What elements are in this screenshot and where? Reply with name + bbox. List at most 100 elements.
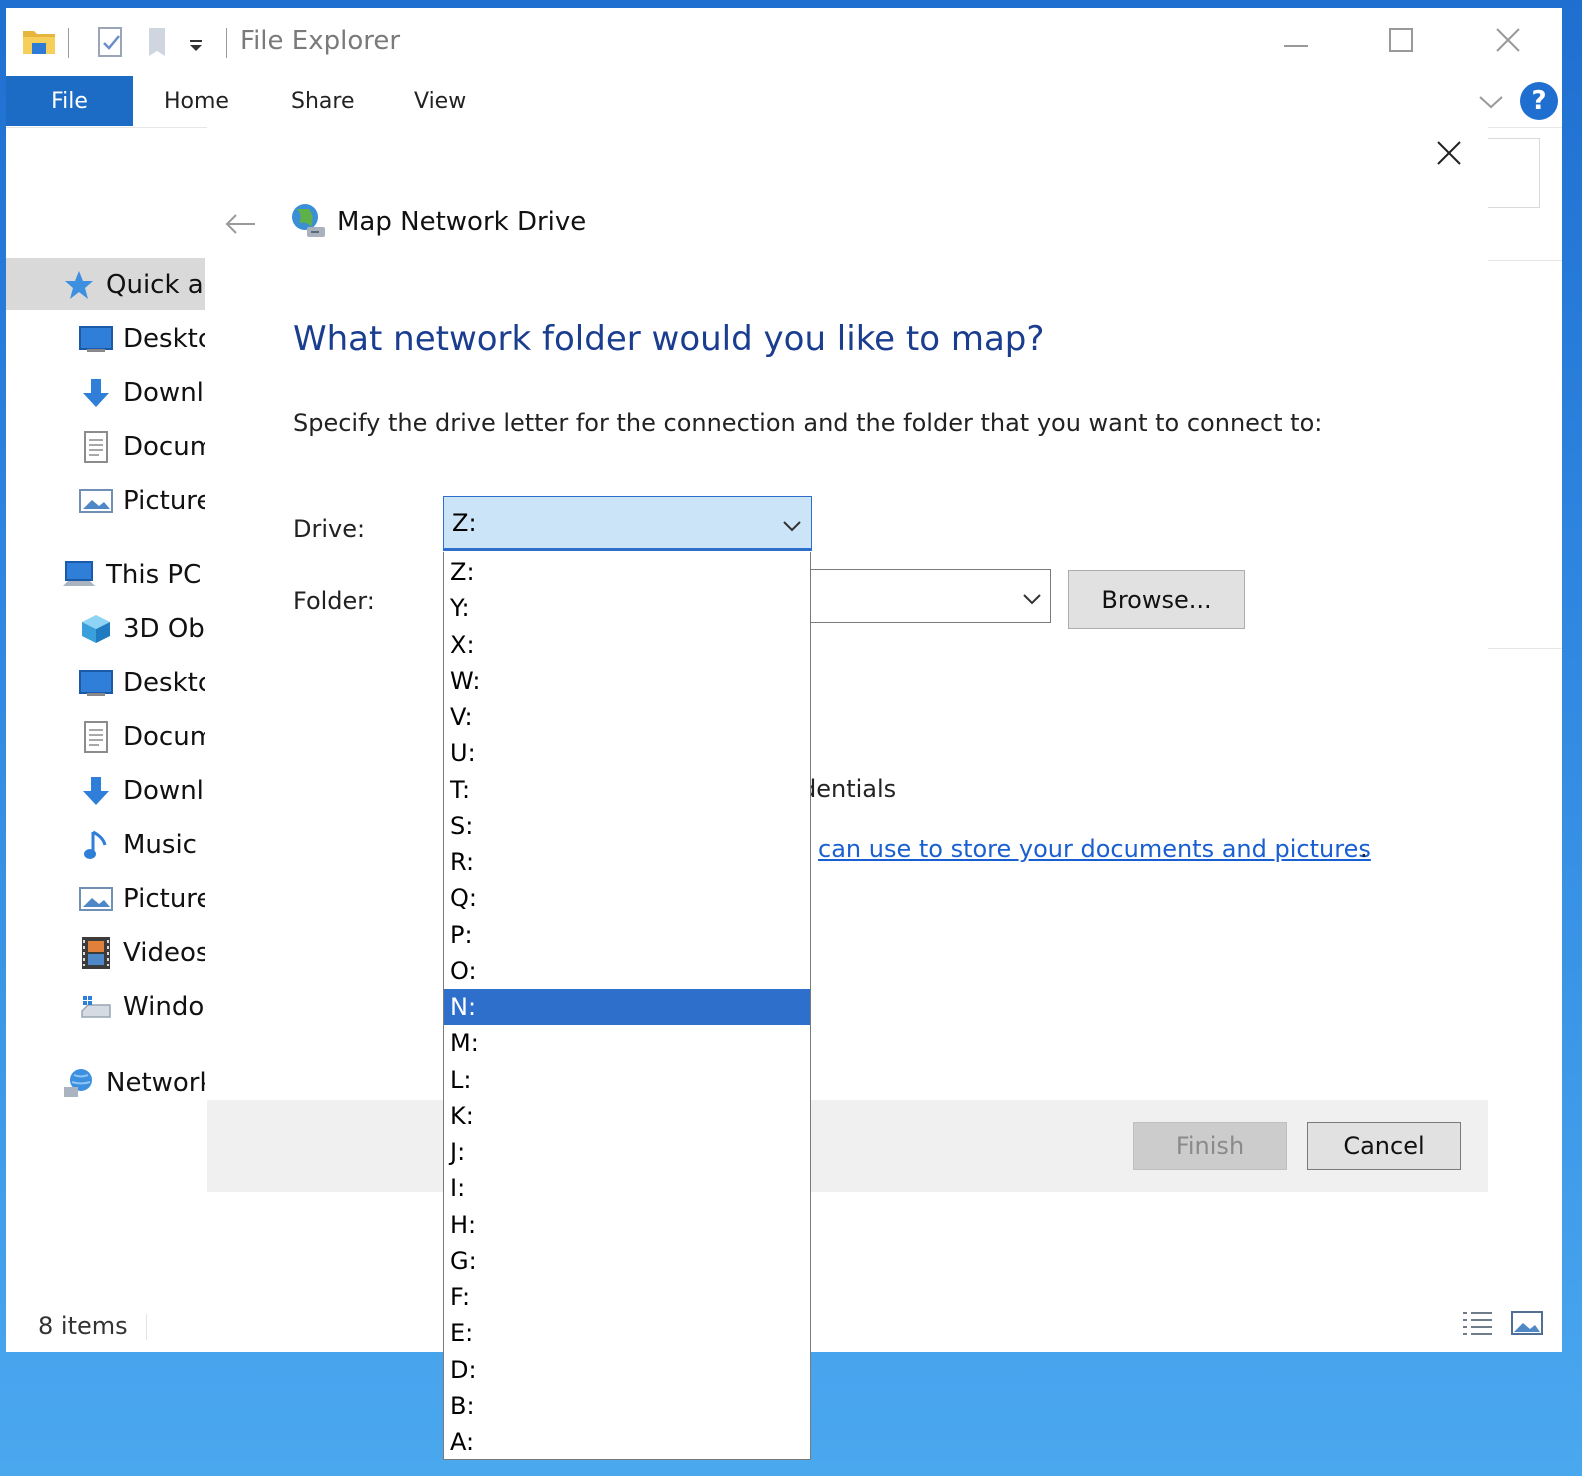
desktop-icon [79, 322, 113, 356]
nav-item-documents[interactable]: Docum [6, 422, 205, 472]
drive-option[interactable]: W: [444, 663, 810, 699]
drive-option[interactable]: P: [444, 917, 810, 953]
close-window-button[interactable] [1488, 24, 1528, 60]
drive-icon [79, 990, 113, 1024]
instruction-text: Specify the drive letter for the connect… [293, 409, 1323, 437]
drive-option[interactable]: Z: [444, 554, 810, 590]
drive-label: Drive: [293, 515, 366, 543]
drive-option[interactable]: F: [444, 1279, 810, 1315]
drive-option[interactable]: A: [444, 1424, 810, 1460]
item-count: 8 items [38, 1312, 128, 1340]
tab-file[interactable]: File [6, 76, 133, 126]
drive-option[interactable]: Y: [444, 590, 810, 626]
nav-item-pictures-pc[interactable]: Picture [6, 874, 205, 924]
drive-option[interactable]: E: [444, 1315, 810, 1351]
drive-option[interactable]: H: [444, 1207, 810, 1243]
customize-quick-access-icon[interactable] [188, 38, 204, 52]
help-button[interactable]: ? [1520, 82, 1558, 120]
music-note-icon [79, 828, 113, 862]
nav-item-desktop-pc[interactable]: Desktc [6, 658, 205, 708]
network-icon [62, 1066, 96, 1100]
drive-option[interactable]: L: [444, 1062, 810, 1098]
drive-option[interactable]: S: [444, 808, 810, 844]
browse-button[interactable]: Browse... [1068, 570, 1245, 629]
chevron-down-icon [1022, 590, 1042, 605]
nav-item-downloads-pc[interactable]: Downl [6, 766, 205, 816]
search-box[interactable] [1488, 138, 1540, 208]
divider [1488, 260, 1562, 261]
nav-item-documents-pc[interactable]: Docum [6, 712, 205, 762]
expand-ribbon-icon[interactable] [1478, 94, 1504, 110]
tab-view[interactable]: View [414, 76, 466, 126]
nav-item-downloads[interactable]: Downl [6, 368, 205, 418]
nav-item-desktop[interactable]: Desktc [6, 314, 205, 364]
drive-option[interactable]: J: [444, 1134, 810, 1170]
picture-icon [79, 882, 113, 916]
tab-share[interactable]: Share [291, 76, 355, 126]
film-icon [79, 936, 113, 970]
nav-item-3d-objects[interactable]: 3D Ob [6, 604, 205, 654]
properties-check-icon[interactable] [96, 26, 126, 58]
minimize-button[interactable] [1276, 24, 1316, 60]
drive-option[interactable]: I: [444, 1170, 810, 1206]
download-arrow-icon [79, 774, 113, 808]
computer-icon [62, 558, 96, 592]
star-icon [62, 268, 96, 302]
nav-item-music[interactable]: Music [6, 820, 205, 870]
drive-option[interactable]: R: [444, 844, 810, 880]
document-icon [79, 430, 113, 464]
download-arrow-icon [79, 376, 113, 410]
maximize-button[interactable] [1381, 24, 1421, 60]
drive-option[interactable]: T: [444, 772, 810, 808]
drive-option[interactable]: Q: [444, 880, 810, 916]
cancel-button[interactable]: Cancel [1307, 1122, 1461, 1170]
storage-link[interactable]: can use to store your documents and pict… [818, 835, 1371, 863]
new-folder-icon[interactable] [146, 26, 170, 58]
drive-option[interactable]: D: [444, 1352, 810, 1388]
cube-icon [79, 612, 113, 646]
maximize-icon [1389, 28, 1413, 56]
drive-option[interactable]: U: [444, 735, 810, 771]
drive-option[interactable]: B: [444, 1388, 810, 1424]
tab-home[interactable]: Home [164, 76, 229, 126]
drive-option[interactable]: G: [444, 1243, 810, 1279]
chevron-down-icon [782, 517, 802, 532]
title-bar: File Explorer [6, 8, 1562, 76]
nav-item-windows-drive[interactable]: Windo [6, 982, 205, 1032]
drive-option[interactable]: M: [444, 1025, 810, 1061]
credentials-checkbox-label[interactable]: dentials [801, 775, 896, 803]
drive-option[interactable]: X: [444, 627, 810, 663]
separator [226, 28, 227, 58]
divider [1488, 648, 1562, 649]
help-icon: ? [1531, 86, 1547, 116]
nav-item-this-pc[interactable]: This PC [6, 550, 205, 600]
dialog-title: Map Network Drive [337, 207, 587, 237]
drive-option[interactable]: K: [444, 1098, 810, 1134]
nav-item-quick-access[interactable]: Quick ac [6, 260, 205, 310]
folder-label: Folder: [293, 587, 375, 615]
nav-item-videos[interactable]: Videos [6, 928, 205, 978]
back-button[interactable] [223, 211, 257, 237]
window-title: File Explorer [240, 26, 401, 56]
close-icon [1436, 140, 1462, 170]
drive-option[interactable]: V: [444, 699, 810, 735]
drive-combobox[interactable]: Z: [443, 496, 812, 551]
large-icons-view-icon[interactable] [1510, 1308, 1544, 1338]
ribbon: File Home Share View ? [6, 76, 1562, 128]
folder-icon [22, 26, 56, 56]
details-view-icon[interactable] [1460, 1308, 1494, 1338]
dialog-heading: What network folder would you like to ma… [293, 319, 1045, 359]
picture-icon [79, 484, 113, 518]
dialog-footer: Finish Cancel [207, 1100, 1488, 1192]
drive-option[interactable]: N: [444, 989, 810, 1025]
close-dialog-button[interactable] [1431, 137, 1467, 173]
drive-option[interactable]: O: [444, 953, 810, 989]
close-icon [1495, 27, 1521, 57]
nav-item-network[interactable]: Network [6, 1058, 205, 1108]
map-network-drive-dialog: Map Network Drive What network folder wo… [207, 127, 1488, 1192]
nav-item-pictures[interactable]: Picture [6, 476, 205, 526]
navigation-pane: Quick ac Desktc Downl Docum Picture This… [6, 128, 205, 1308]
drive-selected-value: Z: [452, 509, 477, 537]
document-icon [79, 720, 113, 754]
finish-button[interactable]: Finish [1133, 1122, 1287, 1170]
